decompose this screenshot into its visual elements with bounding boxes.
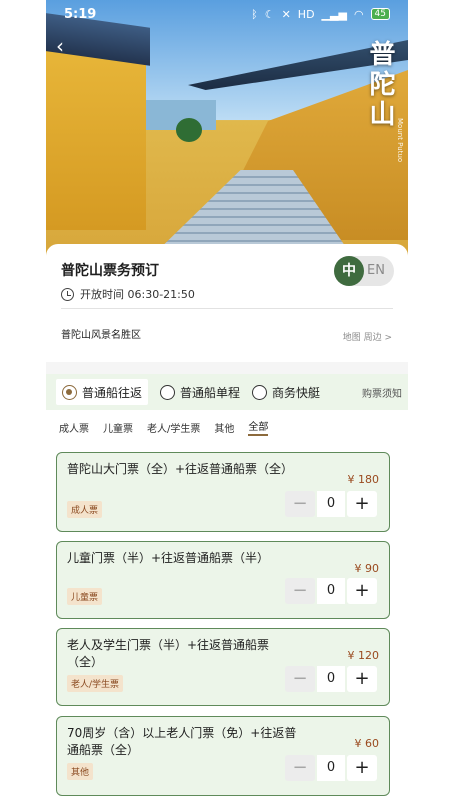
ticket-price: ¥ 60 bbox=[354, 737, 380, 750]
moon-icon: ☾ bbox=[264, 7, 275, 21]
ferry-option-oneway[interactable]: 普通船单程 bbox=[160, 384, 240, 401]
ticket-tag: 成人票 bbox=[67, 501, 103, 518]
wifi-icon: ◠ bbox=[353, 7, 364, 21]
ferry-option-label: 商务快艇 bbox=[272, 385, 321, 400]
radio-icon[interactable] bbox=[252, 384, 268, 400]
scenic-area-name: 普陀山风景名胜区 bbox=[61, 330, 141, 341]
lang-en-option[interactable]: EN bbox=[367, 256, 394, 286]
ticket-price: ¥ 90 bbox=[354, 562, 380, 575]
quantity-value[interactable]: 0 bbox=[317, 578, 345, 604]
ticket-tag: 儿童票 bbox=[67, 588, 103, 605]
quantity-value[interactable]: 0 bbox=[317, 666, 345, 692]
ticket-name: 70周岁（含）以上老人门票（免）+往返普通船票（全） bbox=[67, 726, 297, 757]
ticket-price: ¥ 120 bbox=[347, 649, 380, 662]
quantity-value[interactable]: 0 bbox=[317, 755, 345, 781]
ticket-price: ¥ 180 bbox=[347, 473, 380, 486]
ferry-option-roundtrip[interactable]: 普通船往返 bbox=[56, 379, 149, 405]
language-toggle[interactable]: 中 EN bbox=[334, 256, 394, 286]
ferry-options: 普通船往返 普通船单程 商务快艇 购票须知 bbox=[46, 374, 408, 410]
ticket-card: 儿童门票（半）+往返普通船票（半） ¥ 90 儿童票 − 0 + bbox=[56, 541, 390, 619]
ferry-option-label: 普通船单程 bbox=[180, 385, 241, 400]
quantity-stepper: − 0 + bbox=[285, 578, 377, 604]
logo-subtitle: Mount Putuo bbox=[396, 118, 404, 163]
increase-button[interactable]: + bbox=[347, 755, 377, 781]
info-card: 普陀山票务预订 中 EN 开放时间 06:30-21:50 普陀山风景名胜区 地… bbox=[46, 244, 408, 362]
radio-icon[interactable] bbox=[160, 384, 176, 400]
ticket-card: 普陀山大门票（全）+往返普通船票（全） ¥ 180 成人票 − 0 + bbox=[56, 452, 390, 532]
ticket-card: 老人及学生门票（半）+往返普通船票（全） ¥ 120 老人/学生票 − 0 + bbox=[56, 628, 390, 706]
decrease-button[interactable]: − bbox=[285, 491, 315, 517]
ticket-tag: 老人/学生票 bbox=[67, 675, 124, 692]
signal-hd-label: HD bbox=[297, 7, 315, 21]
ticket-filter-tabs: 成人票 儿童票 老人/学生票 其他 全部 bbox=[46, 414, 408, 440]
hero-image: ‹ 普陀山 Mount Putuo bbox=[46, 0, 408, 262]
section-gap bbox=[46, 362, 408, 374]
signal-icon: ▁▃▅ bbox=[321, 7, 347, 21]
radio-selected-icon[interactable] bbox=[62, 384, 77, 400]
ticket-name: 老人及学生门票（半）+往返普通船票（全） bbox=[67, 638, 270, 669]
increase-button[interactable]: + bbox=[347, 491, 377, 517]
temple-wall-left bbox=[46, 40, 146, 230]
quantity-value[interactable]: 0 bbox=[317, 491, 345, 517]
status-icons: ᛒ ☾ ✕ HD ▁▃▅ ◠ 45 bbox=[251, 8, 390, 21]
divider bbox=[61, 308, 393, 309]
increase-button[interactable]: + bbox=[347, 666, 377, 692]
tree bbox=[176, 118, 202, 142]
ferry-option-speedboat[interactable]: 商务快艇 bbox=[252, 384, 320, 401]
decrease-button[interactable]: − bbox=[285, 578, 315, 604]
ticket-name: 儿童门票（半）+往返普通船票（半） bbox=[67, 551, 270, 565]
opening-hours-text: 开放时间 06:30-21:50 bbox=[80, 288, 195, 301]
increase-button[interactable]: + bbox=[347, 578, 377, 604]
putuo-logo: 普陀山 Mount Putuo bbox=[354, 30, 404, 200]
battery-icon: 45 bbox=[370, 8, 390, 20]
mute-icon: ✕ bbox=[281, 7, 291, 21]
tab-all[interactable]: 全部 bbox=[248, 418, 269, 436]
ticket-card: 70周岁（含）以上老人门票（免）+往返普通船票（全） ¥ 60 其他 − 0 + bbox=[56, 716, 390, 796]
ticket-tag: 其他 bbox=[67, 763, 94, 780]
decrease-button[interactable]: − bbox=[285, 755, 315, 781]
back-chevron-icon[interactable]: ‹ bbox=[56, 34, 64, 58]
quantity-stepper: − 0 + bbox=[285, 491, 377, 517]
ticket-notice-link[interactable]: 购票须知 bbox=[362, 385, 402, 400]
status-time: 5:19 bbox=[64, 6, 97, 22]
tab-adult[interactable]: 成人票 bbox=[59, 420, 89, 435]
page-title: 普陀山票务预订 bbox=[61, 263, 159, 279]
decrease-button[interactable]: − bbox=[285, 666, 315, 692]
logo-text: 普陀山 bbox=[365, 40, 395, 130]
quantity-stepper: − 0 + bbox=[285, 666, 377, 692]
status-bar: 5:19 ᛒ ☾ ✕ HD ▁▃▅ ◠ 45 bbox=[46, 0, 408, 28]
lang-zh-option[interactable]: 中 bbox=[334, 256, 364, 286]
clock-icon bbox=[61, 287, 74, 301]
tab-child[interactable]: 儿童票 bbox=[103, 420, 133, 435]
ferry-option-label: 普通船往返 bbox=[82, 385, 143, 400]
ticket-name: 普陀山大门票（全）+往返普通船票（全） bbox=[67, 462, 294, 476]
map-nearby-link[interactable]: 地图 周边 > bbox=[343, 330, 392, 343]
quantity-stepper: − 0 + bbox=[285, 755, 377, 781]
tab-other[interactable]: 其他 bbox=[214, 420, 234, 435]
tab-senior-student[interactable]: 老人/学生票 bbox=[147, 420, 200, 435]
opening-hours: 开放时间 06:30-21:50 bbox=[61, 286, 195, 302]
bluetooth-icon: ᛒ bbox=[251, 7, 258, 21]
